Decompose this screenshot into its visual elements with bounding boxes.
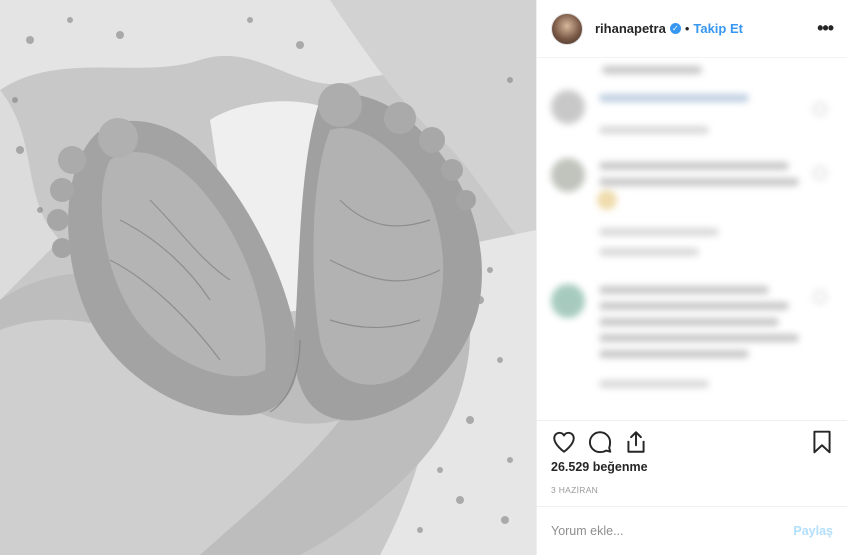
avatar: [551, 158, 585, 192]
post-side-panel: rihanapetra ✓ • Takip Et ••• 26.529 beğe…: [536, 0, 847, 555]
emoji-icon: [597, 190, 617, 210]
post-comment-button[interactable]: Paylaş: [793, 524, 833, 538]
post-header: rihanapetra ✓ • Takip Et •••: [537, 0, 847, 58]
list-item: [599, 380, 709, 388]
list-item: [599, 126, 709, 134]
bookmark-icon[interactable]: [809, 429, 835, 455]
list-item: [599, 162, 789, 170]
like-count[interactable]: 26.529 beğenme: [551, 460, 648, 474]
header-separator: •: [684, 21, 690, 36]
list-item: [599, 318, 779, 326]
follow-button[interactable]: Takip Et: [693, 21, 743, 36]
list-item: [599, 302, 789, 310]
avatar: [551, 284, 585, 318]
heart-icon: [813, 166, 827, 180]
heart-icon: [813, 102, 827, 116]
comments-list-blurred: [537, 58, 847, 418]
list-item: [599, 94, 749, 102]
verified-badge-icon: ✓: [669, 23, 681, 34]
comment-form: Paylaş: [537, 506, 847, 555]
list-item: [599, 350, 749, 358]
heart-icon: [813, 290, 827, 304]
avatar[interactable]: [551, 12, 583, 45]
heart-icon[interactable]: [551, 429, 577, 455]
username-link[interactable]: rihanapetra: [595, 21, 666, 36]
list-item: [599, 334, 799, 342]
comment-icon[interactable]: [587, 429, 613, 455]
list-item: [599, 178, 799, 186]
instagram-post: rihanapetra ✓ • Takip Et ••• 26.529 beğe…: [0, 0, 847, 555]
avatar: [551, 90, 585, 124]
post-photo[interactable]: [0, 0, 536, 555]
comment-input[interactable]: [551, 521, 771, 541]
list-item: [599, 228, 719, 236]
list-item: [602, 66, 702, 74]
share-icon[interactable]: [623, 429, 649, 455]
post-actions: [537, 420, 847, 461]
list-item: [599, 248, 699, 256]
post-date[interactable]: 3 HAZİRAN: [551, 485, 598, 495]
more-options-icon[interactable]: •••: [817, 18, 834, 39]
baby-feet-image: [0, 0, 536, 555]
list-item: [599, 286, 769, 294]
